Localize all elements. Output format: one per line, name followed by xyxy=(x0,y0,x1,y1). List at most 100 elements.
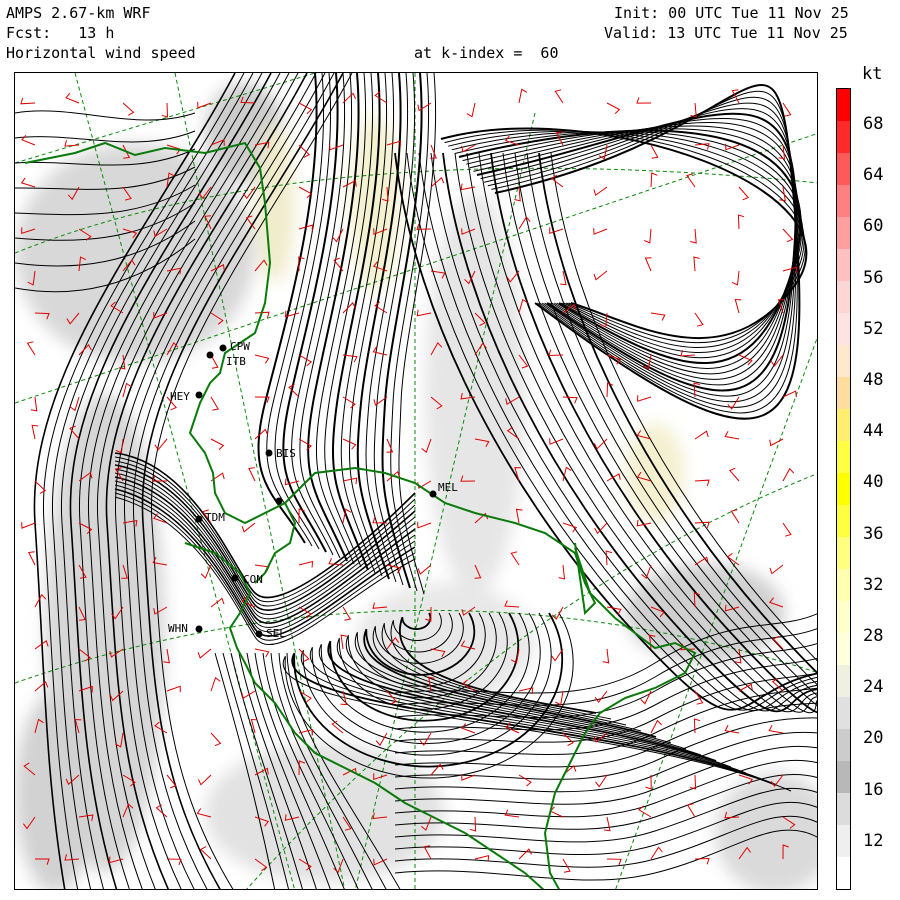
wind-barb xyxy=(298,729,314,736)
station-itb: ITB xyxy=(226,355,246,368)
wind-barb xyxy=(694,312,704,327)
colorbar-swatch xyxy=(837,313,850,345)
colorbar-swatch xyxy=(837,825,850,857)
wind-barb xyxy=(34,480,47,494)
wind-barb xyxy=(166,685,181,693)
colorbar-tick-label: 56 xyxy=(863,267,884,288)
wind-barb xyxy=(593,186,608,196)
station-hey: HEY xyxy=(170,390,190,403)
wind-barb xyxy=(298,560,314,568)
wind-barb xyxy=(650,144,659,159)
wind-barb xyxy=(417,521,432,529)
colorbar-swatch xyxy=(837,697,850,729)
colorbar-tick-label: 36 xyxy=(863,523,884,544)
wind-barb xyxy=(20,97,36,105)
wind-barb xyxy=(518,88,528,104)
wind-barb xyxy=(644,257,652,272)
wind-barb xyxy=(197,648,212,659)
wind-barb xyxy=(430,176,445,188)
level-label: at k-index = 60 xyxy=(414,44,559,62)
wind-barb xyxy=(606,102,621,114)
colorbar-swatch xyxy=(837,345,850,377)
wind-barb xyxy=(34,681,49,692)
streamline xyxy=(480,108,796,397)
wind-barb xyxy=(772,635,784,650)
wind-barb xyxy=(154,438,168,451)
station-dot xyxy=(195,391,203,399)
colorbar-tick-label: 20 xyxy=(863,728,884,749)
wind-barb xyxy=(416,309,432,317)
wind-barb xyxy=(210,438,225,450)
colorbar-swatch xyxy=(837,537,850,569)
wind-barb xyxy=(693,718,701,734)
colorbar-tick-label: 28 xyxy=(863,626,884,646)
wind-barb xyxy=(769,438,784,447)
station-dot xyxy=(231,574,239,582)
wind-barb xyxy=(694,430,709,440)
station-dot xyxy=(265,449,273,457)
wind-barb xyxy=(602,648,610,664)
station-tdm: TDM xyxy=(205,511,225,524)
wind-barb xyxy=(210,732,222,747)
colorbar-swatch xyxy=(837,473,850,505)
speed-shading xyxy=(15,83,817,889)
model-title: AMPS 2.67-km WRF xyxy=(6,4,151,22)
colorbar-swatch xyxy=(837,121,850,153)
colorbar-swatch xyxy=(837,761,850,793)
forecast-hour: Fcst: 13 h xyxy=(6,24,115,42)
wind-barb xyxy=(548,349,564,357)
wind-barb xyxy=(606,858,622,866)
colorbar-tick-label: 68 xyxy=(863,114,884,134)
wind-barb xyxy=(594,690,608,704)
colorbar-unit: kt xyxy=(862,64,883,84)
wind-barb xyxy=(694,479,710,487)
colorbar-swatch xyxy=(837,729,850,761)
colorbar-swatch xyxy=(837,89,850,121)
wind-barb xyxy=(254,354,270,364)
colorbar-swatch xyxy=(837,217,850,249)
wind-barb xyxy=(241,522,256,533)
wind-barb xyxy=(31,424,39,440)
colorbar xyxy=(836,88,851,890)
wind-barb xyxy=(779,186,786,202)
wind-barb xyxy=(693,256,700,272)
colorbar-swatch xyxy=(837,633,850,665)
wind-barb xyxy=(562,466,572,482)
station-dot xyxy=(255,630,263,638)
wind-barb xyxy=(694,143,710,150)
colorbar-tick-label: 24 xyxy=(863,677,884,698)
wind-barb xyxy=(738,186,750,201)
wind-barb xyxy=(26,341,36,356)
station-dot xyxy=(275,497,283,505)
wind-barb xyxy=(604,816,611,832)
field-name: Horizontal wind speed xyxy=(6,44,196,62)
colorbar-swatch xyxy=(837,665,850,697)
wind-barb xyxy=(518,774,532,787)
wind-barb xyxy=(210,676,221,692)
wind-barb xyxy=(510,551,520,566)
station-sel: SEL xyxy=(266,627,286,640)
wind-barb xyxy=(731,270,740,286)
station-dot xyxy=(195,625,203,633)
wind-barb xyxy=(782,522,792,537)
wind-barb xyxy=(30,396,38,412)
wind-barb xyxy=(254,428,269,440)
colorbar-swatch xyxy=(837,185,850,217)
wind-barb xyxy=(555,690,564,706)
wind-barb xyxy=(28,551,36,566)
wind-barb xyxy=(686,803,696,818)
wind-barb xyxy=(342,92,357,104)
wind-barb xyxy=(644,228,652,244)
wind-barb xyxy=(342,477,358,485)
colorbar-tick-label: 60 xyxy=(863,216,884,237)
wind-barb xyxy=(549,806,564,818)
wind-barb xyxy=(248,467,256,482)
colorbar-swatch xyxy=(837,441,850,473)
wind-map xyxy=(15,73,817,889)
colorbar-swatch xyxy=(837,569,850,601)
colorbar-tick-label: 48 xyxy=(863,370,884,390)
wind-barb xyxy=(20,177,36,188)
wind-barb xyxy=(549,227,564,234)
map-panel[interactable] xyxy=(14,72,818,890)
colorbar-tick-label: 40 xyxy=(863,472,884,493)
